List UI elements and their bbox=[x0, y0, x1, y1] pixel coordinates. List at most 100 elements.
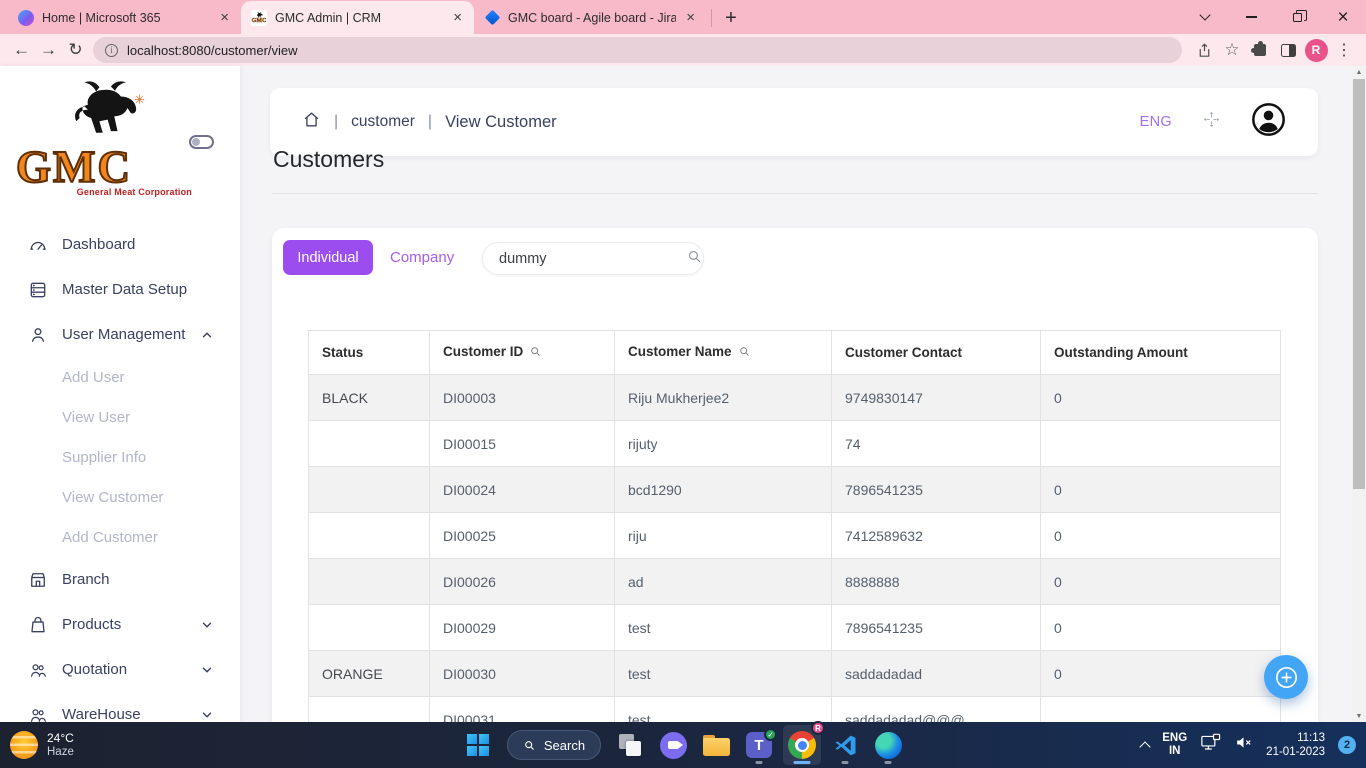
taskbar-weather-widget[interactable]: 24°C Haze bbox=[10, 722, 74, 768]
start-button[interactable] bbox=[459, 725, 497, 765]
gmc-favicon: GMC bbox=[251, 10, 267, 26]
browser-tab-microsoft365[interactable]: Home | Microsoft 365 × bbox=[8, 1, 241, 34]
edge-icon bbox=[875, 732, 902, 759]
user-avatar-icon[interactable] bbox=[1251, 102, 1286, 142]
sidebar-item-products[interactable]: Products bbox=[0, 602, 240, 647]
sidebar-item-add-user[interactable]: Add User bbox=[0, 357, 240, 397]
cell-customer-contact: 74 bbox=[832, 421, 1041, 467]
cell-status bbox=[309, 421, 430, 467]
file-explorer-button[interactable] bbox=[697, 725, 735, 765]
cell-customer-name: ad bbox=[615, 559, 832, 605]
tab-separator bbox=[711, 9, 712, 27]
individual-tab-button[interactable]: Individual bbox=[283, 240, 373, 275]
breadcrumb-section[interactable]: customer bbox=[351, 113, 415, 131]
scroll-down-arrow[interactable]: ▼ bbox=[1352, 710, 1366, 722]
table-row[interactable]: DI00015 rijuty 74 bbox=[309, 421, 1281, 467]
chat-button[interactable] bbox=[654, 725, 692, 765]
sidebar-item-branch[interactable]: Branch bbox=[0, 557, 240, 602]
chrome-button[interactable]: R bbox=[783, 725, 821, 765]
edge-button[interactable] bbox=[869, 725, 907, 765]
browser-tab-jira[interactable]: GMC board - Agile board - Jira × bbox=[474, 1, 707, 34]
bookmark-star-icon[interactable]: ☆ bbox=[1218, 40, 1246, 60]
title-divider bbox=[272, 193, 1318, 194]
share-icon[interactable] bbox=[1190, 42, 1218, 59]
new-tab-button[interactable]: + bbox=[718, 5, 744, 31]
sidebar-collapse-toggle[interactable] bbox=[189, 135, 214, 149]
browser-menu-icon[interactable]: ⋮ bbox=[1330, 40, 1358, 60]
cell-customer-contact: 7896541235 bbox=[832, 605, 1041, 651]
tray-clock[interactable]: 11:13 21-01-2023 bbox=[1266, 731, 1325, 759]
add-customer-fab[interactable] bbox=[1264, 655, 1308, 699]
sidebar-item-user-management[interactable]: User Management bbox=[0, 312, 240, 357]
move-arrows-icon[interactable] bbox=[1202, 110, 1221, 134]
table-row[interactable]: DI00026 ad 8888888 0 bbox=[309, 559, 1281, 605]
company-tab-link[interactable]: Company bbox=[390, 249, 454, 266]
search-icon[interactable] bbox=[686, 248, 703, 270]
taskbar-search-label: Search bbox=[544, 738, 585, 753]
home-icon[interactable] bbox=[302, 110, 321, 134]
scroll-up-arrow[interactable]: ▲ bbox=[1352, 66, 1366, 78]
sidebar-item-supplier-info[interactable]: Supplier Info bbox=[0, 437, 240, 477]
tab-close-icon[interactable]: × bbox=[451, 10, 464, 25]
tray-time: 11:13 bbox=[1266, 731, 1325, 745]
sidebar-item-quotation[interactable]: Quotation bbox=[0, 647, 240, 692]
column-search-icon[interactable] bbox=[529, 346, 542, 361]
url-text: localhost:8080/customer/view bbox=[127, 43, 298, 58]
volume-muted-icon[interactable] bbox=[1234, 733, 1253, 757]
column-search-icon[interactable] bbox=[738, 346, 751, 361]
back-button[interactable]: ← bbox=[8, 40, 35, 60]
sidebar-item-add-customer[interactable]: Add Customer bbox=[0, 517, 240, 557]
table-row[interactable]: DI00029 test 7896541235 0 bbox=[309, 605, 1281, 651]
page-scrollbar[interactable]: ▲ ▼ bbox=[1352, 66, 1366, 722]
table-row[interactable]: DI00025 riju 7412589632 0 bbox=[309, 513, 1281, 559]
table-row[interactable]: BLACK DI00003 Riju Mukherjee2 9749830147… bbox=[309, 375, 1281, 421]
cell-customer-id: DI00015 bbox=[430, 421, 615, 467]
browser-profile-avatar[interactable]: R bbox=[1302, 39, 1330, 62]
cell-outstanding: 0 bbox=[1041, 375, 1281, 421]
cell-outstanding bbox=[1041, 421, 1281, 467]
site-info-icon[interactable]: i bbox=[105, 44, 118, 57]
table-row[interactable]: DI00024 bcd1290 7896541235 0 bbox=[309, 467, 1281, 513]
cell-customer-id: DI00029 bbox=[430, 605, 615, 651]
scrollbar-thumb[interactable] bbox=[1353, 79, 1365, 489]
cell-status bbox=[309, 605, 430, 651]
window-restore-button[interactable] bbox=[1274, 0, 1320, 34]
tab-close-icon[interactable]: × bbox=[684, 10, 697, 25]
teams-icon: T✓ bbox=[746, 732, 772, 758]
top-header-card: | customer | View Customer ENG bbox=[270, 88, 1318, 156]
forward-button[interactable]: → bbox=[35, 40, 62, 60]
sidebar-item-label: User Management bbox=[62, 326, 185, 343]
teams-button[interactable]: T✓ bbox=[740, 725, 778, 765]
sidebar-item-label: Supplier Info bbox=[62, 449, 146, 466]
cell-customer-id: DI00003 bbox=[430, 375, 615, 421]
network-icon[interactable] bbox=[1200, 733, 1221, 757]
extensions-icon[interactable] bbox=[1246, 44, 1274, 56]
hidden-icons-chevron[interactable] bbox=[1140, 741, 1151, 752]
windows-logo-icon bbox=[467, 734, 489, 756]
sidebar-item-master-data-setup[interactable]: Master Data Setup bbox=[0, 267, 240, 312]
vscode-button[interactable] bbox=[826, 725, 864, 765]
window-close-button[interactable]: × bbox=[1320, 0, 1366, 34]
browser-tab-gmc-admin[interactable]: GMC GMC Admin | CRM × bbox=[241, 1, 474, 34]
sidebar-item-view-user[interactable]: View User bbox=[0, 397, 240, 437]
chrome-profile-badge: R bbox=[811, 721, 825, 735]
cell-status: ORANGE bbox=[309, 651, 430, 697]
task-view-button[interactable] bbox=[611, 725, 649, 765]
tab-close-icon[interactable]: × bbox=[218, 10, 231, 25]
notification-count-badge[interactable]: 2 bbox=[1338, 736, 1356, 754]
tab-search-chevron-icon[interactable] bbox=[1182, 0, 1228, 34]
sidebar-item-view-customer[interactable]: View Customer bbox=[0, 477, 240, 517]
sidebar-item-dashboard[interactable]: Dashboard bbox=[0, 222, 240, 267]
customer-search-input[interactable] bbox=[499, 251, 686, 267]
table-row[interactable]: ORANGE DI00030 test saddadadad 0 bbox=[309, 651, 1281, 697]
address-bar[interactable]: i localhost:8080/customer/view bbox=[93, 37, 1182, 63]
side-panel-icon[interactable] bbox=[1274, 44, 1302, 57]
cell-outstanding: 0 bbox=[1041, 513, 1281, 559]
cell-customer-name: test bbox=[615, 651, 832, 697]
breadcrumb-page: View Customer bbox=[445, 113, 557, 132]
language-selector[interactable]: ENG bbox=[1140, 114, 1172, 130]
tray-language[interactable]: ENG IN bbox=[1162, 732, 1187, 758]
window-minimize-button[interactable] bbox=[1228, 0, 1274, 34]
taskbar-search[interactable]: Search bbox=[507, 730, 601, 760]
reload-button[interactable]: ↻ bbox=[62, 40, 89, 60]
